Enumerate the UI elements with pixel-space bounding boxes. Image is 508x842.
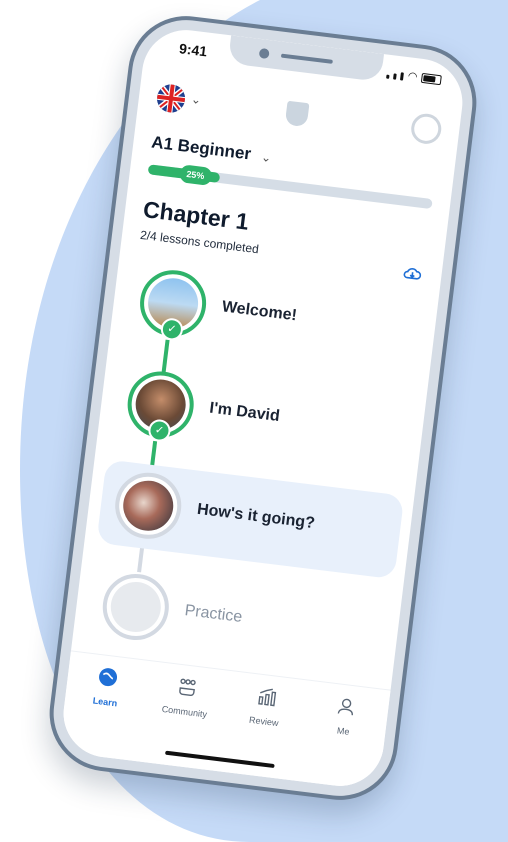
user-icon <box>334 694 359 719</box>
tab-me[interactable]: Me <box>303 691 388 744</box>
status-icons: ◠ <box>386 69 442 86</box>
tab-label: Learn <box>92 695 118 709</box>
community-icon <box>175 675 200 700</box>
lesson-thumbnail <box>99 570 173 644</box>
download-cloud-icon[interactable] <box>403 265 423 281</box>
tab-label: Me <box>336 725 351 737</box>
app-screen: 9:41 ◠ ⌄ A1 Beginner ⌄ 25% Chapter 1 2/4… <box>58 25 468 791</box>
lesson-title: Practice <box>183 602 244 626</box>
people-image <box>120 477 177 534</box>
lesson-title: How's it going? <box>196 500 316 533</box>
lesson-item-current[interactable]: How's it going? <box>96 459 405 580</box>
chart-icon <box>255 684 280 709</box>
tab-community[interactable]: Community <box>144 671 229 724</box>
speaker <box>280 53 333 64</box>
chevron-down-icon: ⌄ <box>260 149 273 166</box>
level-label: A1 Beginner <box>150 132 253 164</box>
tab-label: Community <box>161 703 208 720</box>
camera <box>258 47 270 60</box>
signal-icon <box>386 74 390 79</box>
notch <box>227 35 385 82</box>
lesson-item[interactable]: ✓ I'm David <box>109 358 417 478</box>
lesson-title: Welcome! <box>220 298 298 325</box>
lesson-item[interactable]: ✓ Welcome! <box>121 257 429 377</box>
lesson-title: I'm David <box>208 399 281 426</box>
level-selector[interactable]: A1 Beginner ⌄ <box>150 133 272 168</box>
locked-image <box>107 579 164 635</box>
shield-icon <box>284 100 310 128</box>
progress-ring-icon[interactable] <box>409 112 443 146</box>
tab-review[interactable]: Review <box>223 681 308 734</box>
progress-label: 25% <box>178 164 213 186</box>
status-time: 9:41 <box>178 40 209 60</box>
chevron-down-icon[interactable]: ⌄ <box>190 92 202 107</box>
language-flag-icon[interactable] <box>155 82 187 115</box>
tab-learn[interactable]: Learn <box>64 661 149 714</box>
battery-icon <box>420 72 442 86</box>
globe-icon <box>96 665 121 690</box>
tab-label: Review <box>248 714 280 729</box>
wifi-icon: ◠ <box>407 70 419 84</box>
lesson-thumbnail <box>111 468 186 543</box>
